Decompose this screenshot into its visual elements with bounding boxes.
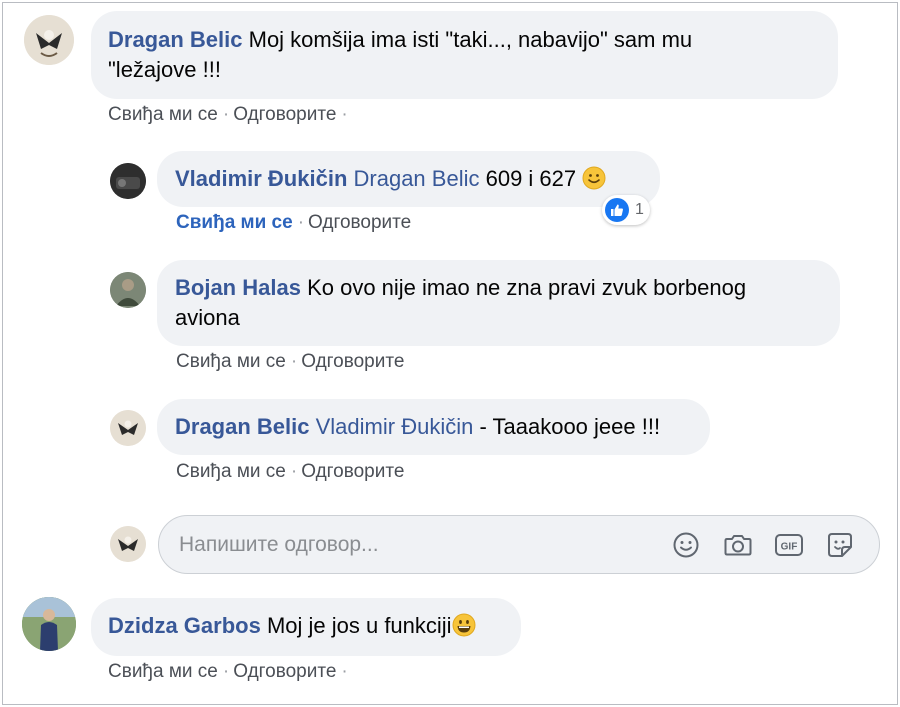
sticker-icon[interactable]: [824, 529, 856, 561]
reply-link[interactable]: Одговорите: [301, 461, 404, 482]
separator-dot: ·: [222, 104, 230, 125]
separator-dot: ·: [297, 212, 305, 233]
comment-author[interactable]: Dragan Belic: [108, 27, 243, 52]
comment-text: Moj komšija ima isti "taki..., nabavijo"…: [248, 27, 693, 52]
comment-text: Ko ovo nije imao ne zna pravi zvuk borbe…: [307, 275, 747, 300]
comment-author[interactable]: Vladimir Đukičin: [175, 166, 347, 191]
avatar-vladimir-dukicin[interactable]: [110, 163, 146, 199]
comment-actions: Свиђа ми се · Одговорите: [176, 212, 411, 234]
svg-text:GIF: GIF: [781, 542, 798, 553]
mention-link[interactable]: Vladimir Đukičin: [316, 414, 474, 439]
mention-link[interactable]: Dragan Belic: [354, 166, 480, 191]
comment-text-continued: aviona: [175, 305, 240, 330]
avatar-dragan-belic[interactable]: [24, 15, 74, 65]
comment-text: Moj je jos u funkciji: [266, 613, 452, 638]
reply-link[interactable]: Одговорите: [301, 351, 404, 372]
like-link[interactable]: Свиђа ми се: [108, 661, 218, 682]
comment-actions: Свиђа ми се · Одговорите: [176, 461, 404, 483]
comment-author[interactable]: Dragan Belic: [175, 414, 310, 439]
gif-icon[interactable]: GIF: [773, 529, 805, 561]
separator-dot: ·: [341, 661, 348, 682]
comment-actions: Свиђа ми се · Одговорите: [176, 351, 404, 373]
comment-bubble: Bojan Halas Ko ovo nije imao ne zna prav…: [157, 260, 840, 346]
like-link[interactable]: Свиђа ми се: [176, 461, 286, 482]
avatar-dzidza-garbos[interactable]: [22, 597, 76, 651]
separator-dot: ·: [290, 351, 298, 372]
reply-input[interactable]: [179, 526, 649, 564]
separator-dot: ·: [290, 461, 298, 482]
reply-link[interactable]: Одговорите: [233, 104, 336, 125]
comment-bubble: Dragan Belic Vladimir Đukičin - Taaakooo…: [157, 399, 710, 455]
reply-link[interactable]: Одговорите: [308, 212, 411, 233]
comment-bubble: Dzidza Garbos Moj je jos u funkciji: [91, 598, 521, 656]
reaction-count-value: 1: [635, 201, 644, 218]
like-link[interactable]: Свиђа ми се: [108, 104, 218, 125]
comment-bubble: Dragan Belic Moj komšija ima isti "taki.…: [91, 11, 838, 99]
thumbs-up-icon: [605, 198, 629, 222]
separator-dot: ·: [341, 104, 348, 125]
comment-actions: Свиђа ми се · Одговорите ·: [108, 104, 352, 126]
separator-dot: ·: [222, 661, 230, 682]
reply-link[interactable]: Одговорите: [233, 661, 336, 682]
avatar-dragan-belic[interactable]: [110, 410, 146, 446]
reply-box: GIF: [158, 515, 880, 574]
grinning-face-icon: [452, 613, 476, 637]
current-user-avatar: [110, 526, 146, 562]
like-link[interactable]: Свиђа ми се: [176, 212, 293, 233]
comment-bubble: Vladimir Đukičin Dragan Belic 609 i 627: [157, 151, 660, 207]
comment-author[interactable]: Dzidza Garbos: [108, 613, 261, 638]
comment-author[interactable]: Bojan Halas: [175, 275, 301, 300]
like-link[interactable]: Свиђа ми се: [176, 351, 286, 372]
comment-actions: Свиђа ми се · Одговорите ·: [108, 661, 352, 683]
comment-text: - Taaakooo jeee !!!: [479, 414, 661, 439]
comment-text: 609 i 627: [485, 166, 577, 191]
reaction-count[interactable]: 1: [602, 195, 650, 225]
comment-text-continued: "ležajove !!!: [108, 57, 221, 82]
emoji-icon[interactable]: [670, 529, 702, 561]
avatar-bojan-halas[interactable]: [110, 272, 146, 308]
slightly-smiling-face-icon: [582, 166, 606, 190]
camera-icon[interactable]: [722, 529, 754, 561]
